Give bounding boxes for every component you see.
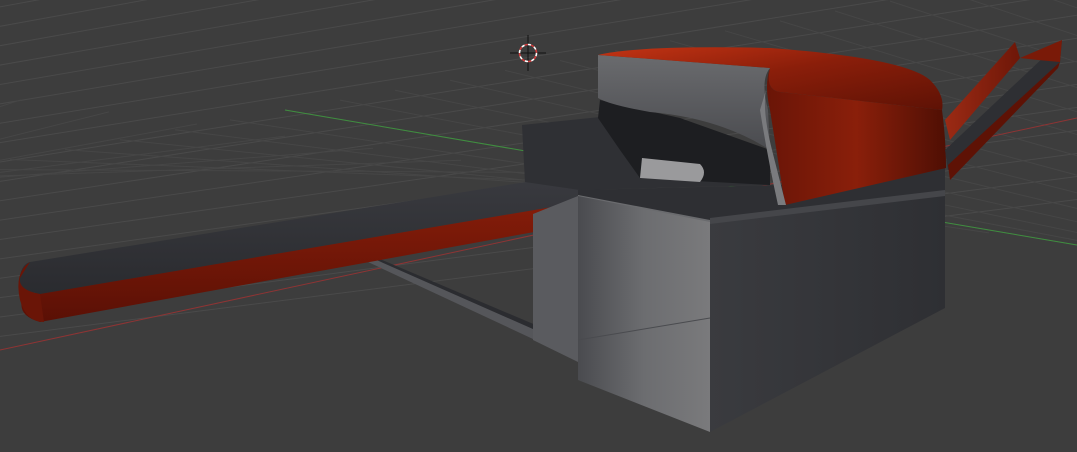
conveyor-belt[interactable] — [18, 170, 605, 360]
grid-line — [0, 0, 1077, 7]
grid-line — [0, 0, 1077, 25]
machine-body[interactable] — [533, 168, 945, 432]
discharge-chute[interactable] — [945, 40, 1062, 180]
grid-line — [0, 99, 22, 108]
3d-cursor-icon[interactable] — [510, 35, 546, 71]
grid-line — [0, 147, 374, 178]
3d-viewport[interactable] — [0, 0, 1077, 452]
